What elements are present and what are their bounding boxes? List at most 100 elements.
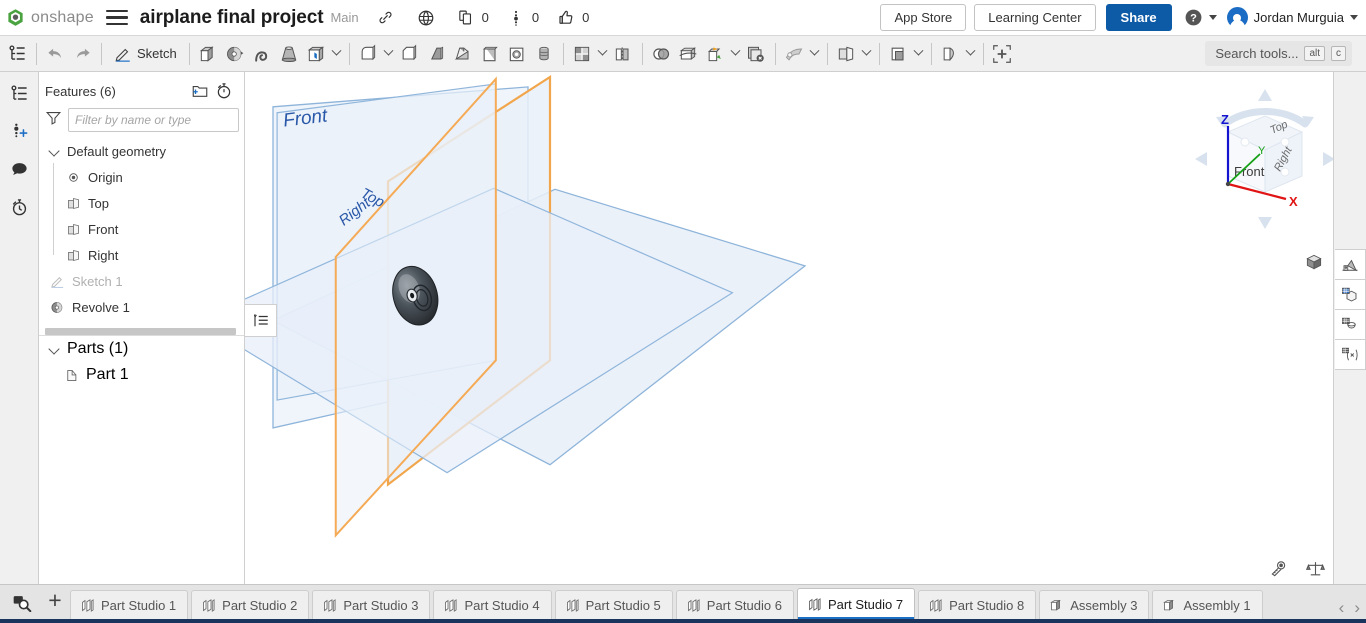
variables-panel-icon[interactable] xyxy=(1334,339,1366,370)
add-version-icon[interactable] xyxy=(5,118,33,144)
undo-button[interactable] xyxy=(42,40,69,68)
avatar[interactable] xyxy=(1226,7,1248,28)
part-studio-icon xyxy=(82,598,94,612)
tab-part-studio-1[interactable]: Part Studio 1 xyxy=(70,590,189,619)
feature-item-revolve-1[interactable]: Revolve 1 xyxy=(39,294,244,320)
axis-x-label: X xyxy=(1289,194,1298,209)
hole-icon[interactable] xyxy=(504,40,531,68)
tab-search-icon[interactable] xyxy=(4,585,40,619)
onshape-logo[interactable]: onshape xyxy=(6,8,94,27)
add-tab-icon[interactable]: + xyxy=(40,585,70,619)
comments-icon[interactable] xyxy=(5,156,33,182)
tab-part-studio-4[interactable]: Part Studio 4 xyxy=(433,590,552,619)
tab-part-studio-5[interactable]: Part Studio 5 xyxy=(554,590,673,619)
view-cube[interactable]: Top Front Right Z X Y xyxy=(1190,84,1340,234)
tab-label: Part Studio 3 xyxy=(343,597,419,613)
pattern-icon[interactable] xyxy=(569,40,596,68)
tab-part-studio-2[interactable]: Part Studio 2 xyxy=(191,590,310,619)
chamfer-icon[interactable] xyxy=(396,40,423,68)
thicken-icon[interactable] xyxy=(303,40,330,68)
plane-icon[interactable] xyxy=(833,40,860,68)
measure-tape-icon[interactable] xyxy=(1268,557,1290,579)
share-button[interactable]: Share xyxy=(1105,4,1172,31)
chevron-down-icon[interactable] xyxy=(912,41,926,67)
sketch-label: Sketch xyxy=(137,46,177,61)
sketch-button[interactable]: Sketch xyxy=(107,40,184,68)
mirror-icon[interactable] xyxy=(610,40,637,68)
split-icon[interactable] xyxy=(675,40,702,68)
chevron-down-icon[interactable] xyxy=(596,41,610,67)
chevron-down-icon[interactable] xyxy=(330,41,344,67)
globe-icon[interactable] xyxy=(413,5,439,31)
shell-icon[interactable] xyxy=(477,40,504,68)
rollback-bar[interactable] xyxy=(45,328,236,335)
derive-icon[interactable] xyxy=(885,40,912,68)
feature-list-toggle-button[interactable] xyxy=(244,304,277,337)
app-store-button[interactable]: App Store xyxy=(880,4,967,31)
mass-properties-icon[interactable] xyxy=(1304,557,1326,579)
filter-input[interactable] xyxy=(68,108,239,132)
tab-part-studio-6[interactable]: Part Studio 6 xyxy=(675,590,794,619)
feature-item-right[interactable]: Right xyxy=(39,241,244,268)
delete-face-icon[interactable] xyxy=(743,40,770,68)
3d-viewport[interactable]: Front Top Right Top Front Right Z X Y xyxy=(245,72,1366,584)
versions-icon[interactable] xyxy=(503,5,529,31)
tab-part-studio-3[interactable]: Part Studio 3 xyxy=(312,590,431,619)
tab-assembly-1[interactable]: Assembly 1 xyxy=(1152,590,1263,619)
user-menu-chevron-icon[interactable] xyxy=(1350,15,1358,20)
fillet-icon[interactable] xyxy=(355,40,382,68)
draft-icon[interactable] xyxy=(423,40,450,68)
boolean-icon[interactable] xyxy=(648,40,675,68)
chevron-down-icon[interactable] xyxy=(729,41,743,67)
chevron-down-icon[interactable] xyxy=(808,41,822,67)
curve-icon[interactable] xyxy=(937,40,964,68)
loft-icon[interactable] xyxy=(276,40,303,68)
feature-panel: Features (6) Filter by name or type Defa… xyxy=(39,72,277,584)
link-icon[interactable] xyxy=(373,5,399,31)
rib-icon[interactable] xyxy=(450,40,477,68)
extrude-icon[interactable] xyxy=(195,40,222,68)
feature-list-icon[interactable] xyxy=(5,80,33,106)
thread-icon[interactable] xyxy=(531,40,558,68)
filter-funnel-icon[interactable] xyxy=(45,109,62,131)
search-tools-input[interactable]: Search tools... alt c xyxy=(1205,41,1352,66)
tab-label: Part Studio 8 xyxy=(949,597,1025,613)
chevron-down-icon[interactable] xyxy=(860,41,874,67)
user-name[interactable]: Jordan Murguia xyxy=(1254,10,1344,25)
rollback-stopwatch-icon[interactable] xyxy=(212,80,236,102)
sketch-pencil-icon xyxy=(115,48,130,62)
tab-prev-button[interactable]: ‹ xyxy=(1339,599,1345,616)
redo-button[interactable] xyxy=(69,40,96,68)
copies-icon[interactable] xyxy=(453,5,479,31)
part-item-part-1[interactable]: Part 1 xyxy=(39,362,244,388)
new-folder-icon[interactable] xyxy=(188,80,212,102)
tab-part-studio-7[interactable]: Part Studio 7 xyxy=(796,588,916,619)
help-menu[interactable]: ? xyxy=(1184,8,1217,27)
thumbs-up-icon[interactable] xyxy=(553,5,579,31)
feature-item-sketch-1[interactable]: Sketch 1 xyxy=(39,268,244,294)
tab-part-studio-8[interactable]: Part Studio 8 xyxy=(918,590,1037,619)
chevron-down-icon[interactable] xyxy=(964,41,978,67)
insert-icon[interactable] xyxy=(989,40,1016,68)
transform-icon[interactable] xyxy=(702,40,729,68)
hamburger-menu-icon[interactable] xyxy=(105,9,128,26)
feature-tree-icon[interactable] xyxy=(4,40,31,68)
history-icon[interactable] xyxy=(5,194,33,220)
tab-assembly-3[interactable]: Assembly 3 xyxy=(1039,590,1150,619)
display-state-panel-icon[interactable] xyxy=(1334,279,1366,310)
default-geometry-group[interactable]: Default geometry xyxy=(39,138,244,164)
feature-item-top[interactable]: Top xyxy=(39,189,244,217)
tab-next-button[interactable]: › xyxy=(1354,599,1360,616)
feature-label: Revolve 1 xyxy=(72,299,130,315)
revolve-icon[interactable] xyxy=(222,40,249,68)
parts-group[interactable]: Parts (1) xyxy=(39,336,244,362)
sheet-metal-icon[interactable] xyxy=(781,40,808,68)
render-panel-icon[interactable] xyxy=(1334,309,1366,340)
sweep-icon[interactable] xyxy=(249,40,276,68)
feature-item-origin[interactable]: Origin xyxy=(39,163,244,191)
feature-item-front[interactable]: Front xyxy=(39,215,244,243)
chevron-down-icon[interactable] xyxy=(382,41,396,67)
learning-center-button[interactable]: Learning Center xyxy=(974,4,1096,31)
appearance-panel-icon[interactable] xyxy=(1334,249,1366,280)
document-title[interactable]: airplane final project xyxy=(140,7,324,29)
